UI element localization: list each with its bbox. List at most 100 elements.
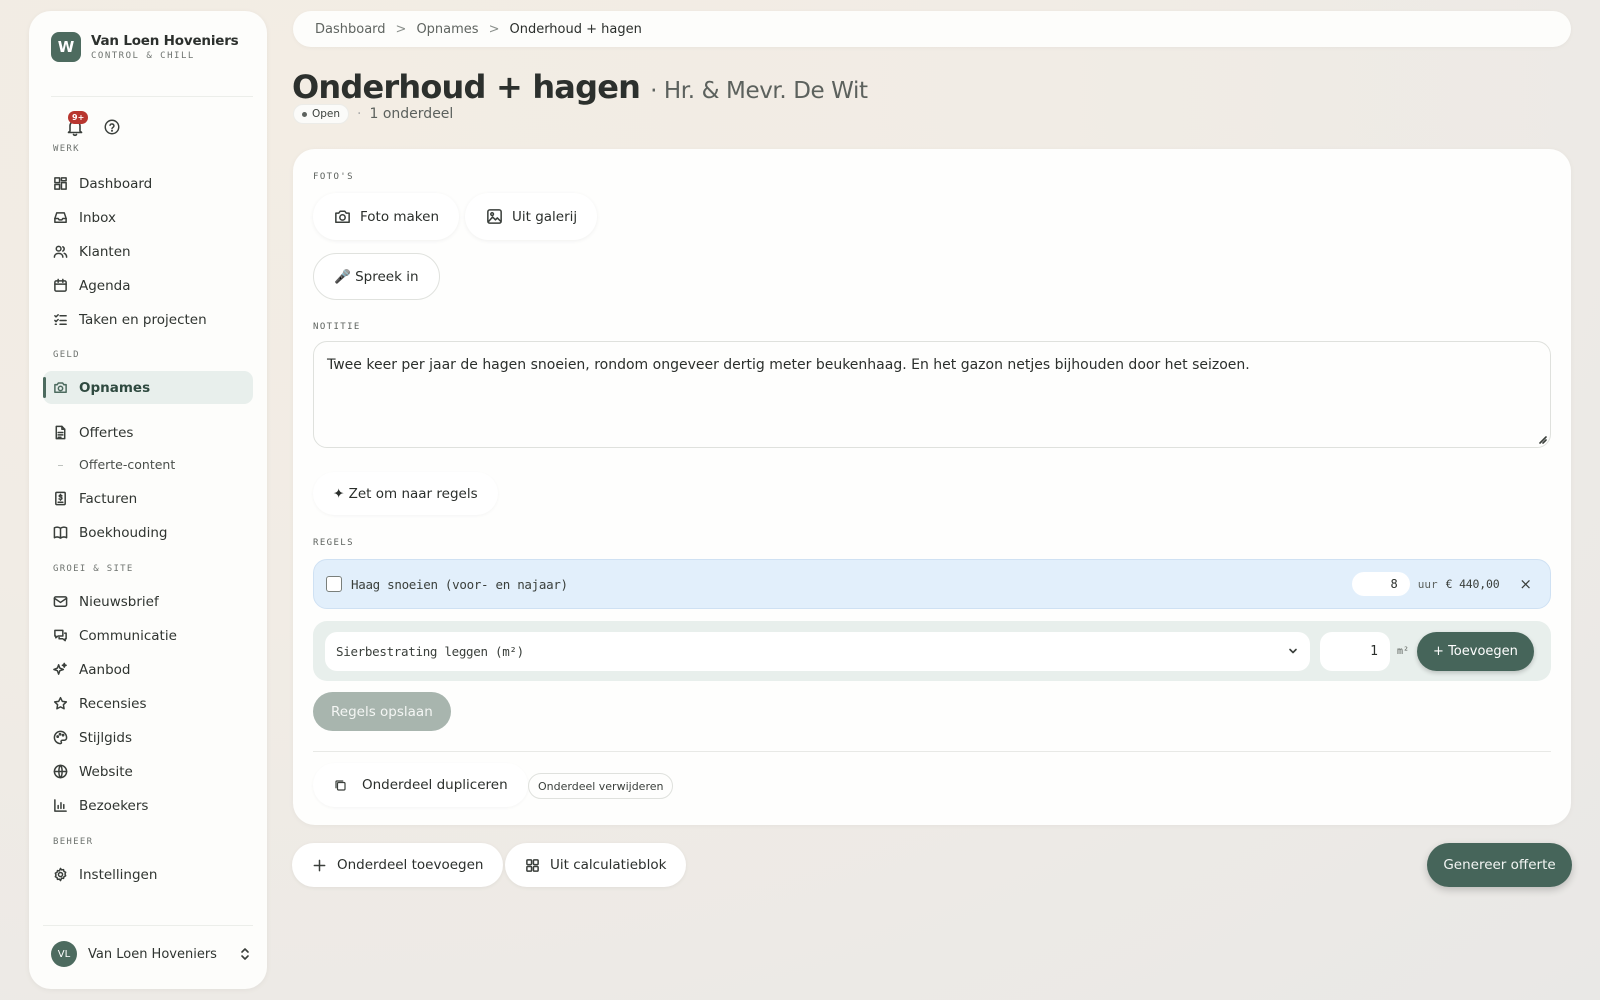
meta-separator: · — [357, 106, 362, 122]
select-value: Sierbestrating leggen (m²) — [336, 643, 524, 659]
sidebar-item-stijlgids[interactable]: Stijlgids — [43, 721, 253, 754]
sidebar-item-taken[interactable]: Taken en projecten — [43, 303, 253, 336]
add-line-button[interactable]: + Toevoegen — [1417, 631, 1534, 671]
convert-to-rules-button[interactable]: ✦ Zet om naar regels — [313, 472, 498, 515]
button-label: Uit calculatieblok — [550, 857, 667, 873]
account-switcher[interactable]: VL Van Loen Hoveniers — [51, 941, 251, 967]
button-label: Uit galerij — [512, 208, 578, 225]
button-label: 🎤 Spreek in — [334, 268, 419, 285]
grid-icon — [526, 858, 539, 872]
page-meta: Open · 1 onderdeel — [293, 104, 453, 124]
status-badge: Open — [293, 104, 350, 124]
sidebar-item-label: Aanbod — [79, 661, 131, 678]
sidebar-item-dashboard[interactable]: Dashboard — [43, 167, 253, 200]
sidebar-item-website[interactable]: Website — [43, 755, 253, 788]
note-textarea[interactable]: Twee keer per jaar de hagen snoeien, ron… — [313, 341, 1551, 448]
sidebar-item-nieuwsbrief[interactable]: Nieuwsbrief — [43, 585, 253, 618]
sidebar-item-label: Communicatie — [79, 627, 177, 644]
remove-line-item-button[interactable]: × — [1519, 575, 1532, 593]
quantity-input[interactable]: 1 — [1320, 631, 1390, 671]
sidebar-item-facturen[interactable]: Facturen — [43, 482, 253, 515]
notification-badge: 9+ — [68, 111, 89, 124]
note-label: NOTITIE — [313, 322, 361, 332]
document-icon — [55, 425, 66, 440]
sidebar-item-label: Recensies — [79, 695, 147, 712]
divider — [313, 751, 1551, 752]
invoice-icon — [55, 491, 66, 506]
avatar: VL — [51, 941, 77, 967]
button-label: Foto maken — [360, 208, 440, 225]
line-item-price: € 440,00 — [1445, 577, 1500, 591]
sidebar-item-label: Stijlgids — [79, 729, 133, 746]
divider — [51, 96, 253, 97]
sidebar-item-instellingen[interactable]: Instellingen — [43, 858, 253, 891]
account-name: Van Loen Hoveniers — [88, 946, 217, 962]
take-photo-button[interactable]: Foto maken — [313, 193, 460, 240]
save-rules-button[interactable]: Regels opslaan — [313, 692, 451, 731]
divider — [43, 925, 253, 926]
generate-quote-button[interactable]: Genereer offerte — [1427, 843, 1572, 887]
breadcrumb-current: Onderhoud + hagen — [509, 21, 642, 37]
sidebar-item-label: Instellingen — [79, 866, 158, 883]
line-item-checkbox[interactable] — [326, 576, 342, 592]
section-label-groei: GROEI & SITE — [53, 564, 134, 574]
calendar-icon — [54, 278, 67, 292]
part-count: 1 onderdeel — [369, 106, 454, 122]
sidebar-item-bezoekers[interactable]: Bezoekers — [43, 789, 253, 822]
gallery-button[interactable]: Uit galerij — [465, 193, 598, 240]
button-label: Onderdeel dupliceren — [362, 777, 508, 793]
sidebar-item-label: Offerte-content — [79, 456, 176, 472]
duplicate-part-button[interactable]: Onderdeel dupliceren — [313, 763, 528, 807]
chevron-updown-icon — [241, 948, 249, 960]
notifications-button[interactable]: 9+ — [65, 111, 89, 137]
status-dot — [302, 111, 307, 117]
page-title: Onderhoud + hagen — [292, 68, 641, 106]
sidebar-item-klanten[interactable]: Klanten — [43, 235, 253, 268]
brand-tagline: CONTROL & CHILL — [91, 51, 195, 61]
line-item-row: Haag snoeien (voor- en najaar) 8 uur € 4… — [313, 559, 1551, 609]
resize-grip-icon[interactable] — [1539, 436, 1547, 444]
brand[interactable]: W Van Loen Hoveniers CONTROL & CHILL — [51, 32, 239, 62]
inbox-icon — [54, 212, 67, 223]
breadcrumb-separator: > — [395, 21, 407, 37]
from-calculation-button[interactable]: Uit calculatieblok — [505, 843, 687, 887]
sidebar-item-label: Klanten — [79, 243, 131, 260]
part-card: FOTO'S Foto maken Uit galerij 🎤 Spreek i… — [293, 149, 1571, 825]
sidebar-item-recensies[interactable]: Recensies — [43, 687, 253, 720]
sidebar-item-agenda[interactable]: Agenda — [43, 269, 253, 302]
sidebar-item-communicatie[interactable]: Communicatie — [43, 619, 253, 652]
breadcrumb-link-opnames[interactable]: Opnames — [416, 22, 478, 37]
breadcrumb-link-dashboard[interactable]: Dashboard — [315, 22, 386, 37]
service-select[interactable]: Sierbestrating leggen (m²) — [325, 631, 1310, 671]
gear-icon — [54, 867, 67, 882]
delete-part-button[interactable]: Onderdeel verwijderen — [528, 773, 674, 799]
sidebar-item-aanbod[interactable]: Aanbod — [43, 653, 253, 686]
sidebar-item-label: Website — [79, 763, 133, 780]
button-label: + Toevoegen — [1433, 643, 1518, 659]
bar-chart-icon — [54, 799, 67, 812]
button-label: Regels opslaan — [331, 703, 433, 720]
sidebar-item-offerte-content[interactable]: – Offerte-content — [43, 451, 253, 477]
mail-icon — [53, 596, 68, 607]
add-part-button[interactable]: Onderdeel toevoegen — [292, 843, 504, 887]
book-icon — [53, 526, 68, 539]
sidebar-item-opnames[interactable]: Opnames — [43, 371, 253, 404]
image-icon — [487, 209, 502, 224]
help-icon[interactable] — [103, 118, 121, 136]
sidebar-item-inbox[interactable]: Inbox — [43, 201, 253, 234]
dashboard-icon — [54, 177, 67, 190]
section-label-geld: GELD — [53, 350, 80, 360]
line-item-description[interactable]: Haag snoeien (voor- en najaar) — [351, 577, 1352, 592]
globe-icon — [53, 764, 68, 779]
camera-icon — [335, 210, 350, 223]
sidebar-item-label: Agenda — [79, 277, 131, 294]
button-label: Genereer offerte — [1443, 857, 1556, 873]
checklist-icon — [54, 314, 67, 325]
users-icon — [53, 245, 68, 258]
sidebar-item-offertes[interactable]: Offertes — [43, 416, 253, 449]
speak-button[interactable]: 🎤 Spreek in — [313, 253, 440, 300]
sidebar-item-label: Opnames — [79, 379, 151, 396]
sidebar-item-boekhouding[interactable]: Boekhouding — [43, 516, 253, 549]
palette-icon — [53, 730, 68, 745]
line-item-quantity-input[interactable]: 8 — [1351, 572, 1410, 596]
